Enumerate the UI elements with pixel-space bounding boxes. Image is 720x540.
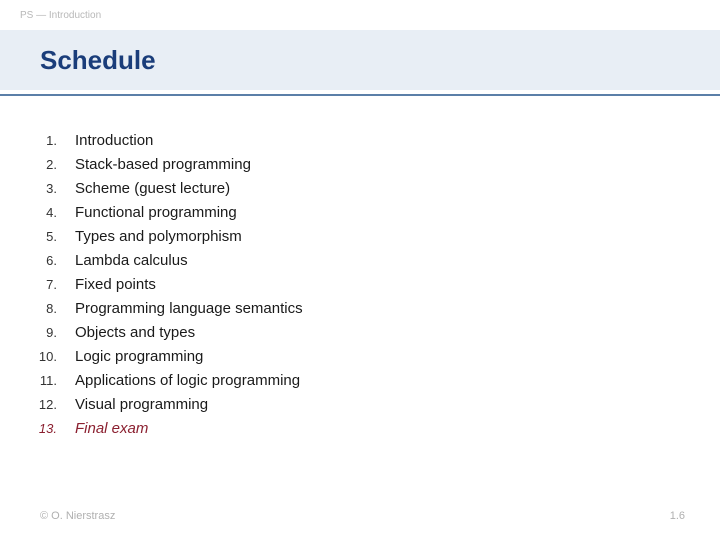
list-item: 9.Objects and types bbox=[30, 322, 690, 343]
list-item-number: 4. bbox=[30, 204, 75, 222]
list-item-text: Lambda calculus bbox=[75, 250, 188, 271]
list-item-number: 11. bbox=[30, 372, 75, 390]
page-number: 1.6 bbox=[670, 510, 685, 522]
list-item: 8.Programming language semantics bbox=[30, 298, 690, 319]
context-label: PS — Introduction bbox=[20, 10, 101, 21]
list-item: 6.Lambda calculus bbox=[30, 250, 690, 271]
list-item-number: 7. bbox=[30, 276, 75, 294]
list-item-number: 3. bbox=[30, 180, 75, 198]
list-item: 1.Introduction bbox=[30, 130, 690, 151]
copyright: © O. Nierstrasz bbox=[40, 510, 115, 522]
list-item: 2.Stack-based programming bbox=[30, 154, 690, 175]
list-item-text: Fixed points bbox=[75, 274, 156, 295]
list-item-number: 1. bbox=[30, 132, 75, 150]
list-item-number: 5. bbox=[30, 228, 75, 246]
list-item-text: Functional programming bbox=[75, 202, 237, 223]
list-item: 4.Functional programming bbox=[30, 202, 690, 223]
list-item-text: Scheme (guest lecture) bbox=[75, 178, 230, 199]
list-item-number: 8. bbox=[30, 300, 75, 318]
list-item-number: 10. bbox=[30, 348, 75, 366]
list-item-text: Stack-based programming bbox=[75, 154, 251, 175]
list-item-text: Applications of logic programming bbox=[75, 370, 300, 391]
page-title: Schedule bbox=[40, 45, 156, 76]
list-item-text: Final exam bbox=[75, 418, 148, 439]
list-item-number: 12. bbox=[30, 396, 75, 414]
title-underline bbox=[0, 94, 720, 96]
list-item: 7.Fixed points bbox=[30, 274, 690, 295]
list-item: 3.Scheme (guest lecture) bbox=[30, 178, 690, 199]
list-item-number: 9. bbox=[30, 324, 75, 342]
list-item: 13.Final exam bbox=[30, 418, 690, 439]
title-band: Schedule bbox=[0, 30, 720, 90]
list-item-number: 2. bbox=[30, 156, 75, 174]
list-item: 10.Logic programming bbox=[30, 346, 690, 367]
list-item-number: 13. bbox=[30, 420, 75, 438]
list-item: 12.Visual programming bbox=[30, 394, 690, 415]
list-item-text: Introduction bbox=[75, 130, 153, 151]
list-item: 11.Applications of logic programming bbox=[30, 370, 690, 391]
list-item-text: Programming language semantics bbox=[75, 298, 303, 319]
list-item-text: Logic programming bbox=[75, 346, 203, 367]
list-item-text: Visual programming bbox=[75, 394, 208, 415]
list-item-text: Objects and types bbox=[75, 322, 195, 343]
schedule-list: 1.Introduction2.Stack-based programming3… bbox=[30, 130, 690, 442]
list-item-text: Types and polymorphism bbox=[75, 226, 242, 247]
list-item-number: 6. bbox=[30, 252, 75, 270]
list-item: 5.Types and polymorphism bbox=[30, 226, 690, 247]
